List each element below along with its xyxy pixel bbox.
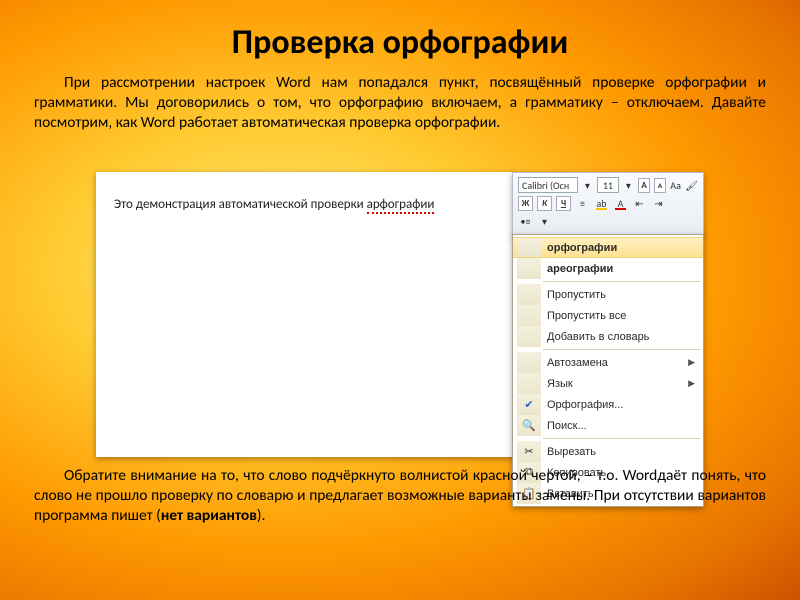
para2-prefix: Обратите внимание на то, что слово подчё…	[34, 466, 766, 525]
search-icon: 🔍	[517, 415, 541, 436]
menu-language[interactable]: Язык ▶	[513, 373, 703, 394]
blank-icon	[517, 258, 541, 279]
menu-label: Вырезать	[547, 446, 596, 458]
demo-sentence: Это демонстрация автоматической проверки…	[114, 197, 434, 214]
word-document-area: Это демонстрация автоматической проверки…	[96, 172, 516, 457]
misspelled-word: арфографии	[367, 197, 435, 214]
menu-label: Поиск...	[547, 420, 587, 432]
paragraph-1: При рассмотрении настроек Word нам попад…	[0, 73, 800, 132]
paragraph-2: Обратите внимание на то, что слово подчё…	[0, 466, 800, 525]
font-name-combo[interactable]: Calibri (Осн	[518, 177, 578, 193]
font-color-icon[interactable]: A	[613, 196, 628, 211]
blank-icon	[517, 284, 541, 305]
align-icon[interactable]: ≡	[575, 196, 590, 211]
underline-button[interactable]: Ч	[556, 196, 571, 211]
menu-label: Добавить в словарь	[547, 331, 649, 343]
font-size-combo[interactable]: 11	[597, 177, 619, 193]
demo-prefix: Это демонстрация автоматической проверки	[114, 197, 367, 212]
bold-button[interactable]: Ж	[518, 196, 533, 211]
para2-bold: нет вариантов	[161, 506, 257, 525]
bullets-icon[interactable]: •≡	[518, 214, 533, 229]
chevron-down-icon[interactable]: ▾	[537, 214, 552, 229]
menu-label: Пропустить все	[547, 310, 626, 322]
slide-title: Проверка орфографии	[0, 0, 800, 73]
menu-add-to-dictionary[interactable]: Добавить в словарь	[513, 326, 703, 347]
para2-suffix: ).	[257, 506, 266, 525]
italic-button[interactable]: К	[537, 196, 552, 211]
menu-spelling[interactable]: ✔ Орфография...	[513, 394, 703, 415]
menu-autocorrect[interactable]: Автозамена ▶	[513, 352, 703, 373]
indent-decrease-icon[interactable]: ⇤	[632, 196, 647, 211]
suggestion-2[interactable]: ареографии	[513, 258, 703, 279]
mini-toolbar: Calibri (Осн ▾ 11 ▾ A A Aa 🖌 Ж К Ч ≡ ab …	[512, 172, 704, 237]
submenu-arrow-icon: ▶	[688, 378, 695, 389]
menu-label: ареографии	[547, 263, 613, 275]
shrink-font-button[interactable]: A	[654, 178, 666, 193]
blank-icon	[517, 305, 541, 326]
blank-icon	[517, 373, 541, 394]
format-painter-icon[interactable]: 🖌	[685, 178, 698, 193]
highlight-color-icon[interactable]: ab	[594, 196, 609, 211]
blank-icon	[517, 352, 541, 373]
chevron-down-icon[interactable]: ▾	[582, 178, 593, 193]
spellcheck-icon: ✔	[517, 394, 541, 415]
blank-icon	[517, 326, 541, 347]
menu-separator	[543, 281, 701, 282]
menu-skip-all[interactable]: Пропустить все	[513, 305, 703, 326]
menu-separator	[543, 438, 701, 439]
change-case-icon[interactable]: Aa	[670, 178, 681, 193]
word-screenshot: Это демонстрация автоматической проверки…	[96, 172, 704, 462]
menu-separator	[543, 349, 701, 350]
menu-label: Пропустить	[547, 289, 606, 301]
blank-icon	[517, 238, 541, 257]
submenu-arrow-icon: ▶	[688, 357, 695, 368]
menu-skip[interactable]: Пропустить	[513, 284, 703, 305]
menu-label: Автозамена	[547, 357, 608, 369]
chevron-down-icon[interactable]: ▾	[623, 178, 634, 193]
menu-lookup[interactable]: 🔍 Поиск...	[513, 415, 703, 436]
suggestion-1[interactable]: орфографии	[513, 237, 703, 258]
menu-label: орфографии	[547, 242, 617, 254]
grow-font-button[interactable]: A	[638, 178, 650, 193]
menu-label: Язык	[547, 378, 573, 390]
indent-increase-icon[interactable]: ⇥	[651, 196, 666, 211]
menu-label: Орфография...	[547, 399, 623, 411]
